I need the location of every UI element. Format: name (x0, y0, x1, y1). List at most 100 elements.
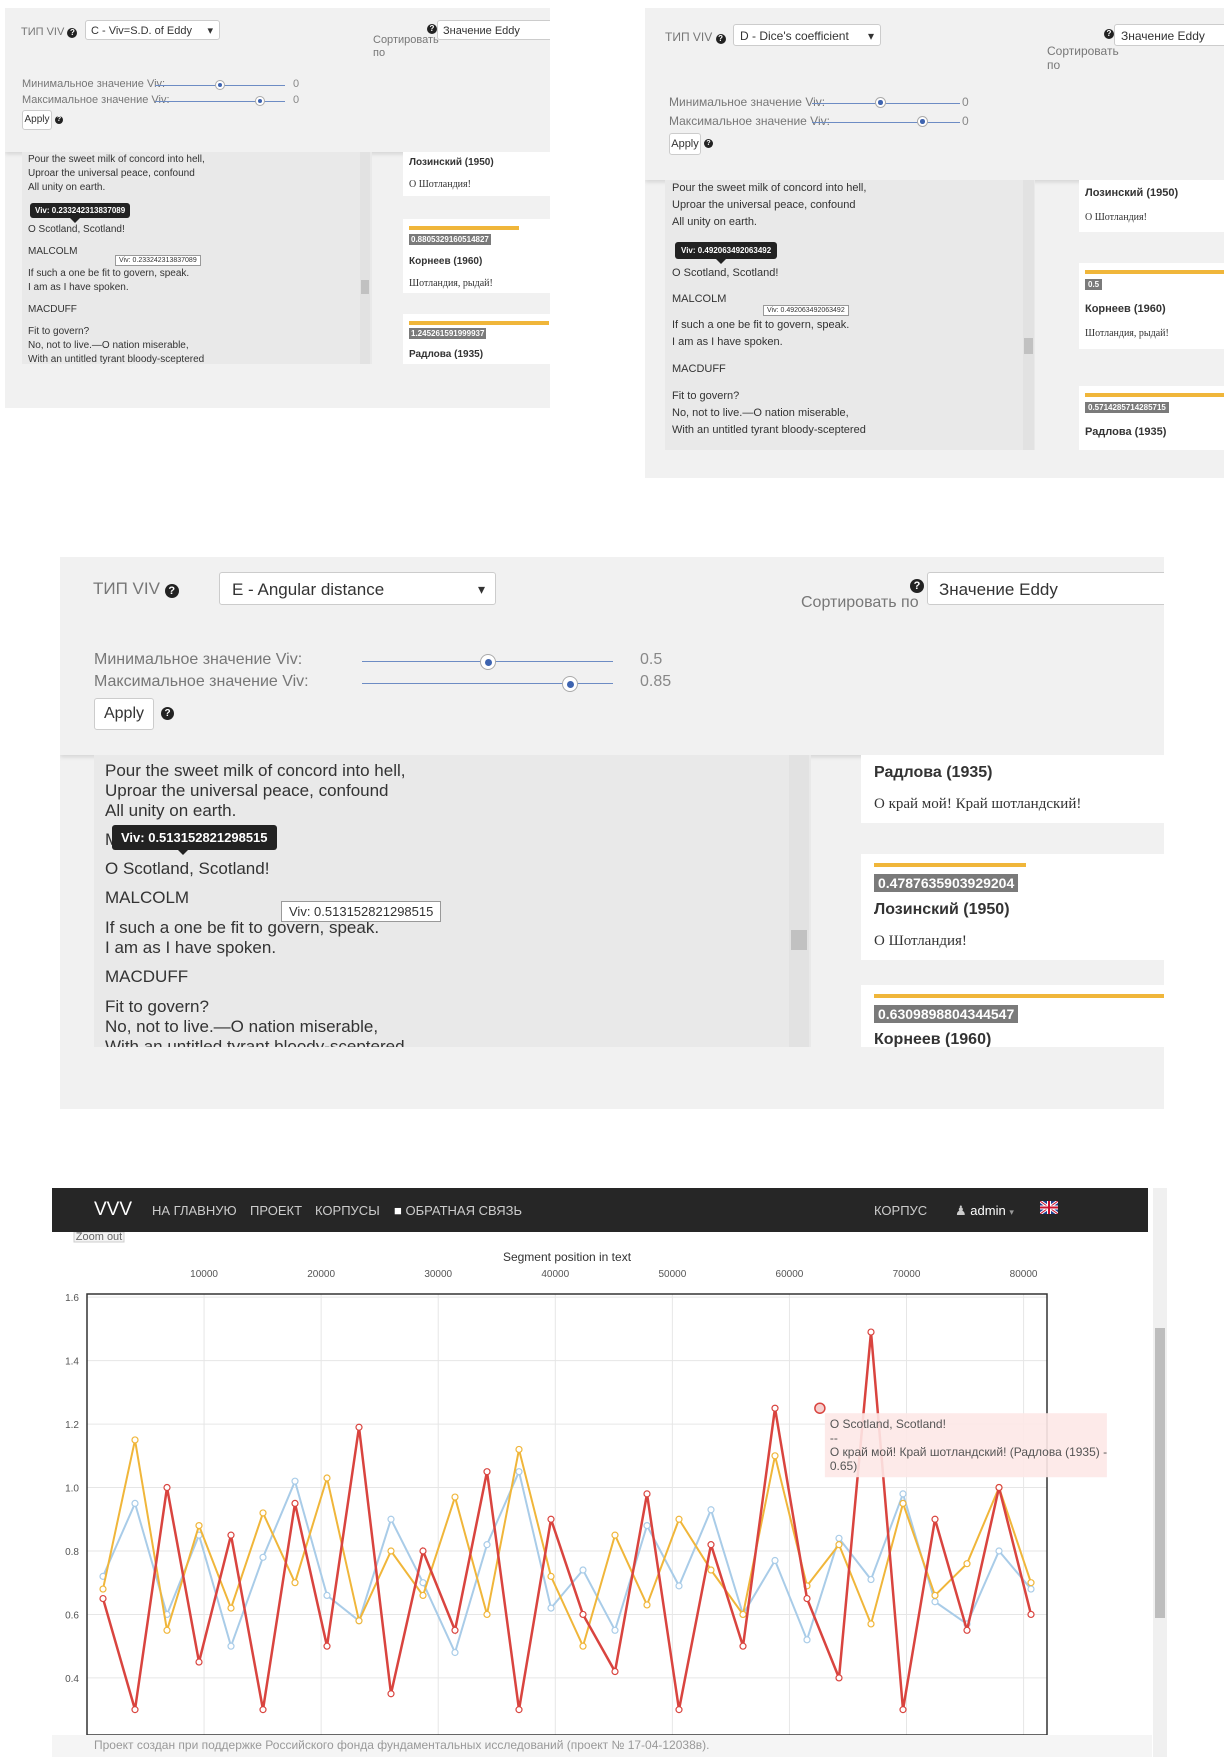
max-viv-handle[interactable] (562, 676, 578, 692)
data-point (931, 1598, 939, 1606)
help-icon[interactable]: ? (164, 584, 179, 598)
data-point (995, 1483, 1003, 1492)
text-scrollbar[interactable] (1023, 180, 1034, 450)
sort-help-icon[interactable]: ? (427, 24, 437, 34)
translator-name: Радлова (1935) (409, 349, 484, 360)
text-line[interactable]: O Scotland, Scotland! (105, 859, 269, 879)
sort-select[interactable]: Значение Eddy (1114, 24, 1224, 46)
data-point (835, 1534, 843, 1542)
user-name: admin (970, 1203, 1006, 1218)
apply-help-icon[interactable]: ? (704, 139, 713, 148)
max-viv-handle[interactable] (917, 116, 928, 127)
help-icon[interactable]: ? (715, 34, 726, 44)
text-line: Uproar the universal peace, confound (105, 781, 389, 800)
viv-tooltip: Viv: 0.492063492063492 (675, 242, 778, 264)
translation-card[interactable]: 0.5 Корнеев (1960) Шотландия, рыдай! (1079, 263, 1224, 349)
data-point (899, 1490, 907, 1498)
data-point (99, 1594, 107, 1603)
max-viv-slider[interactable] (812, 122, 960, 123)
nav-item-corpora[interactable]: КОРПУСЫ (315, 1203, 380, 1218)
min-viv-label: Минимальное значение Viv: (22, 78, 166, 90)
translation-card[interactable]: Лозинский (1950) О Шотландия! (1079, 180, 1224, 232)
data-point (355, 1617, 363, 1625)
sort-select[interactable]: Значение Eddy (437, 20, 550, 40)
text-scrollbar[interactable] (360, 152, 370, 364)
nav-item-corpus[interactable]: КОРПУС (874, 1203, 927, 1218)
sort-help-icon[interactable]: ? (1104, 29, 1114, 39)
min-viv-label: Минимальное значение Viv: (669, 95, 826, 109)
nav-item-project[interactable]: ПРОЕКТ (250, 1203, 302, 1218)
data-point (611, 1667, 619, 1676)
text-line: I am as I have spoken. (105, 938, 277, 957)
filter-controls: ТИП VIV ? C - Viv=S.D. of Eddy ▾ ? Сорти… (5, 8, 550, 152)
sort-select[interactable]: Значение Eddy (927, 572, 1164, 605)
apply-button[interactable]: Apply (94, 698, 154, 730)
data-point (739, 1642, 747, 1650)
max-viv-value: 0.85 (640, 673, 672, 690)
chevron-down-icon: ▾ (867, 29, 874, 43)
data-point (547, 1515, 555, 1523)
data-point (451, 1648, 459, 1657)
data-point (291, 1579, 299, 1587)
brand-logo[interactable]: VVV (94, 1199, 132, 1221)
text-line[interactable]: O Scotland, Scotland! (28, 224, 125, 235)
max-viv-handle[interactable] (255, 96, 265, 106)
page-scroll-thumb[interactable] (1155, 1328, 1165, 1618)
text-line: With an untitled tyrant bloody-sceptered (672, 424, 866, 436)
sort-help-icon[interactable]: ? (910, 579, 924, 593)
nav-item-feedback[interactable]: ■ ОБРАТНАЯ СВЯЗЬ (394, 1203, 522, 1218)
viv-type-select[interactable]: E - Angular distance ▾ (219, 572, 496, 605)
data-point (835, 1541, 843, 1549)
data-point (547, 1604, 555, 1612)
min-viv-handle[interactable] (480, 654, 496, 670)
max-viv-label: Максимальное значение Viv: (94, 673, 309, 690)
translation-line: Шотландия, рыдай! (1085, 328, 1169, 339)
apply-help-icon[interactable]: ? (161, 707, 174, 720)
scroll-thumb[interactable] (361, 280, 369, 294)
x-tick-label: 50000 (658, 1269, 686, 1280)
translation-line: О Шотландия! (874, 933, 967, 949)
data-point (451, 1626, 459, 1634)
translation-line: О край мой! Край шотландский! (874, 796, 1082, 812)
viv-type-select[interactable]: C - Viv=S.D. of Eddy ▾ (85, 20, 220, 40)
text-scrollbar[interactable] (789, 755, 809, 1047)
translation-card[interactable]: 0.6309898804344547 Корнеев (1960) (861, 985, 1164, 1047)
apply-button[interactable]: Apply (22, 110, 52, 130)
data-point (323, 1642, 331, 1650)
scroll-thumb[interactable] (791, 930, 807, 950)
nav-item-home[interactable]: НА ГЛАВНУЮ (152, 1203, 237, 1218)
text-line[interactable]: O Scotland, Scotland! (672, 267, 778, 279)
apply-button[interactable]: Apply (669, 133, 701, 155)
viv-type-select[interactable]: D - Dice's coefficient ▾ (733, 24, 881, 46)
translation-card[interactable]: 0.8805329160514827 Корнеев (1960) Шотлан… (403, 219, 550, 293)
min-viv-handle[interactable] (875, 97, 886, 108)
line-chart[interactable]: Zoom out Segment position in text 10000 200… (52, 1231, 1152, 1736)
data-point (675, 1706, 683, 1714)
scroll-thumb[interactable] (1024, 338, 1033, 354)
min-viv-slider[interactable] (812, 103, 960, 104)
viv-type-label: ТИП VIV ? (665, 30, 726, 44)
translation-card[interactable]: Лозинский (1950) О Шотландия! (403, 152, 550, 196)
text-line: If such a one be fit to govern, speak. (28, 268, 190, 279)
data-point (515, 1445, 523, 1454)
translation-card[interactable]: 1.245261591999937 Радлова (1935) (403, 314, 550, 364)
data-point (259, 1509, 267, 1517)
viv-tooltip-hover: Viv: 0.492063492063492 (763, 305, 849, 316)
apply-help-icon[interactable]: ? (55, 116, 63, 124)
user-menu[interactable]: ♟ admin ▾ (955, 1203, 1014, 1219)
help-icon[interactable]: ? (67, 28, 78, 38)
text-line: No, not to live.—O nation miserable, (105, 1017, 379, 1036)
translation-card[interactable]: 0.5714285714285715 Радлова (1935) (1079, 386, 1224, 450)
max-viv-slider[interactable] (155, 101, 285, 102)
page-scrollbar[interactable] (1153, 1188, 1167, 1757)
x-tick-label: 40000 (541, 1269, 569, 1280)
translation-card[interactable]: 0.4787635903929204 Лозинский (1950) О Шо… (861, 854, 1164, 960)
min-viv-handle[interactable] (215, 80, 225, 90)
data-point (739, 1610, 747, 1619)
translation-card[interactable]: Радлова (1935) О край мой! Край шотландс… (861, 755, 1164, 823)
series-line (102, 1468, 1032, 1656)
x-tick-label: 10000 (190, 1269, 218, 1280)
user-icon: ♟ (955, 1203, 967, 1218)
text-line: If such a one be fit to govern, speak. (672, 319, 850, 331)
gb-flag-icon[interactable] (1039, 1199, 1059, 1217)
